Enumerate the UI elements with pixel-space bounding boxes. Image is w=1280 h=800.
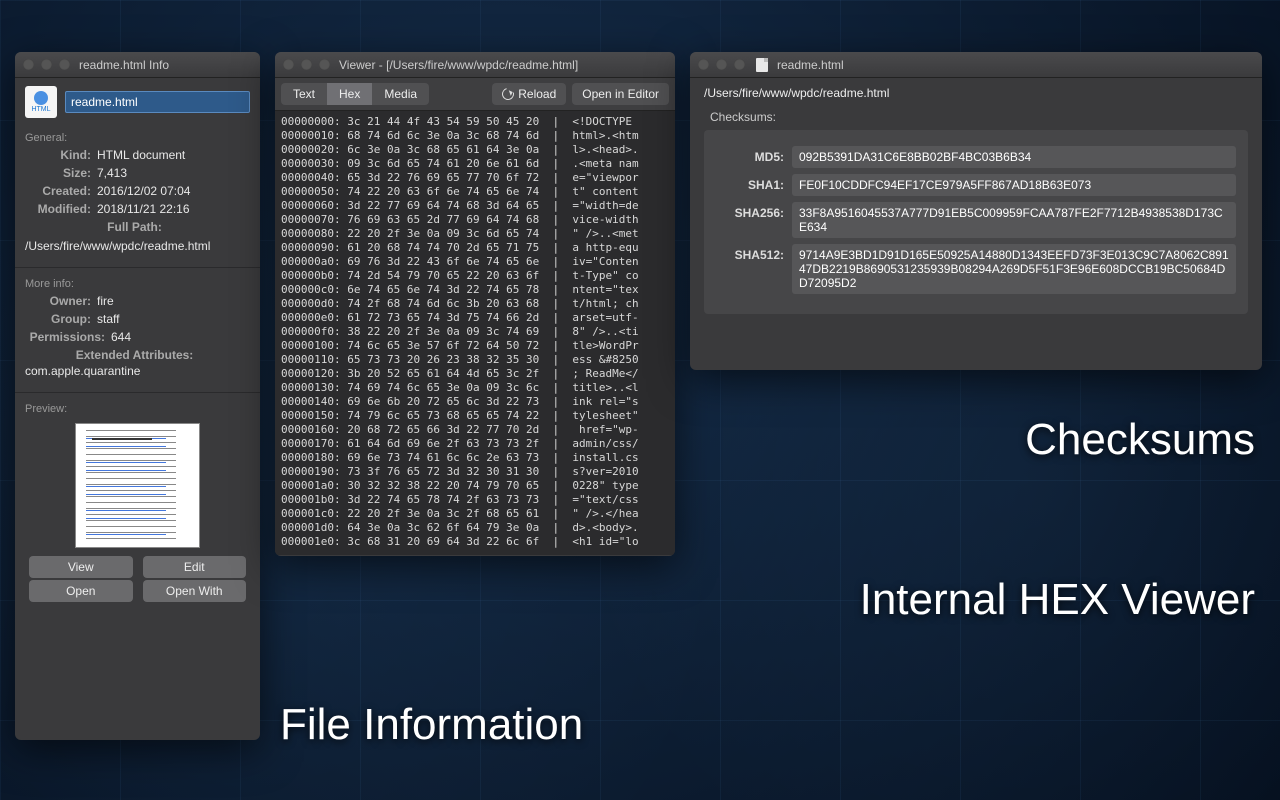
minimize-icon[interactable]: [41, 59, 52, 70]
section-general: General:: [15, 126, 260, 146]
md5-value[interactable]: 092B5391DA31C6E8BB02BF4BC03B6B34: [792, 146, 1236, 168]
sha1-value[interactable]: FE0F10CDDFC94EF17CE979A5FF867AD18B63E073: [792, 174, 1236, 196]
sha256-value[interactable]: 33F8A9516045537A777D91EB5C009959FCAA787F…: [792, 202, 1236, 238]
label-hexviewer: Internal HEX Viewer: [860, 575, 1255, 625]
close-icon[interactable]: [23, 59, 34, 70]
tab-hex[interactable]: Hex: [327, 83, 372, 105]
preview-thumbnail: [75, 423, 200, 548]
kind-value: HTML document: [97, 148, 250, 162]
zoom-icon[interactable]: [734, 59, 745, 70]
view-mode-segment: Text Hex Media: [281, 83, 429, 105]
close-icon[interactable]: [283, 59, 294, 70]
checksum-path: /Users/fire/www/wpdc/readme.html: [690, 78, 1262, 104]
created-value: 2016/12/02 07:04: [97, 184, 250, 198]
extattr-value: com.apple.quarantine: [15, 364, 260, 388]
sha512-value[interactable]: 9714A9E3BD1D91D165E50925A14880D1343EEFD7…: [792, 244, 1236, 294]
tab-media[interactable]: Media: [372, 83, 429, 105]
checksums-heading: Checksums:: [690, 104, 1262, 128]
info-title: readme.html Info: [79, 58, 169, 72]
modified-value: 2018/11/21 22:16: [97, 202, 250, 216]
extattr-label: Extended Attributes:: [25, 348, 250, 362]
minimize-icon[interactable]: [301, 59, 312, 70]
checksum-titlebar[interactable]: readme.html: [690, 52, 1262, 78]
minimize-icon[interactable]: [716, 59, 727, 70]
edit-button[interactable]: Edit: [143, 556, 247, 578]
reload-icon: [500, 86, 516, 102]
viewer-titlebar[interactable]: Viewer - [/Users/fire/www/wpdc/readme.ht…: [275, 52, 675, 78]
owner-value: fire: [97, 294, 250, 308]
info-titlebar[interactable]: readme.html Info: [15, 52, 260, 78]
section-preview: Preview:: [15, 397, 260, 417]
open-in-editor-button[interactable]: Open in Editor: [572, 83, 669, 105]
close-icon[interactable]: [698, 59, 709, 70]
tab-text[interactable]: Text: [281, 83, 327, 105]
checksum-title: readme.html: [777, 58, 844, 72]
file-type-icon: HTML: [25, 86, 57, 118]
info-window: readme.html Info HTML General: Kind:HTML…: [15, 52, 260, 740]
zoom-icon[interactable]: [59, 59, 70, 70]
reload-button[interactable]: Reload: [492, 83, 566, 105]
checksum-window: readme.html /Users/fire/www/wpdc/readme.…: [690, 52, 1262, 370]
openwith-button[interactable]: Open With: [143, 580, 247, 602]
size-value: 7,413: [97, 166, 250, 180]
zoom-icon[interactable]: [319, 59, 330, 70]
permissions-value: 644: [111, 330, 250, 344]
document-icon: [756, 58, 768, 72]
viewer-window: Viewer - [/Users/fire/www/wpdc/readme.ht…: [275, 52, 675, 556]
viewer-title: Viewer - [/Users/fire/www/wpdc/readme.ht…: [339, 58, 578, 72]
label-fileinfo: File Information: [280, 700, 583, 750]
filename-field[interactable]: [65, 91, 250, 113]
section-moreinfo: More info:: [15, 272, 260, 292]
open-button[interactable]: Open: [29, 580, 133, 602]
viewer-toolbar: Text Hex Media Reload Open in Editor: [275, 78, 675, 111]
checksum-panel: MD5:092B5391DA31C6E8BB02BF4BC03B6B34 SHA…: [704, 130, 1248, 314]
group-value: staff: [97, 312, 250, 326]
fullpath-value: /Users/fire/www/wpdc/readme.html: [15, 236, 260, 263]
fullpath-label: Full Path:: [25, 220, 250, 234]
view-button[interactable]: View: [29, 556, 133, 578]
label-checksums: Checksums: [1025, 415, 1255, 465]
hex-content[interactable]: 00000000: 3c 21 44 4f 43 54 59 50 45 20 …: [275, 111, 675, 555]
